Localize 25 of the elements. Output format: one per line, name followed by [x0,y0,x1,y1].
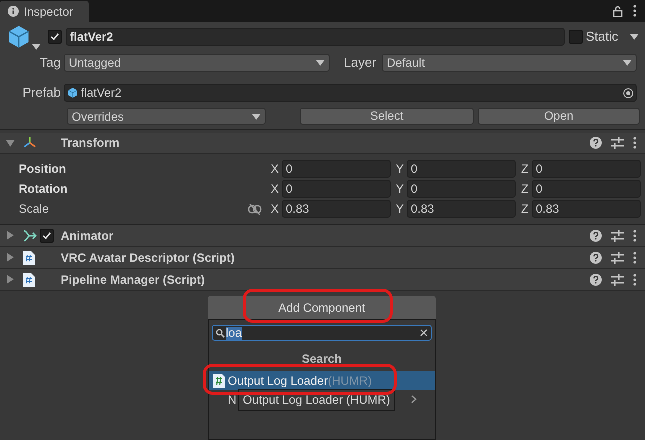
search-text: loa [226,326,242,340]
result-label: N [228,392,237,408]
axis-label: X [270,201,280,218]
popup-header: Search [300,351,344,368]
static-label: Static [586,28,619,46]
property-label: Position [18,161,68,178]
axis-label: Y [394,181,405,198]
prefab-label: Prefab [22,84,62,102]
axis-label: Z [520,181,530,198]
axis-label: X [270,161,280,178]
tab-title: Inspector [24,4,74,20]
axis-label: Y [394,201,405,218]
axis-label: X [270,181,280,198]
component-title: Pipeline Manager (Script) [61,272,206,288]
component-title: Transform [61,135,120,152]
tag-label: Tag [39,54,62,72]
component-title: VRC Avatar Descriptor (Script) [61,250,235,266]
component-title: Animator [61,228,114,244]
axis-label: Y [394,161,405,178]
property-label: Scale [18,201,50,218]
axis-label: Z [520,161,530,178]
result-label: Output Log Loader(HUMR) [228,372,372,390]
axis-label: Z [520,201,530,218]
property-label: Rotation [18,181,69,198]
layer-label: Layer [344,54,378,72]
